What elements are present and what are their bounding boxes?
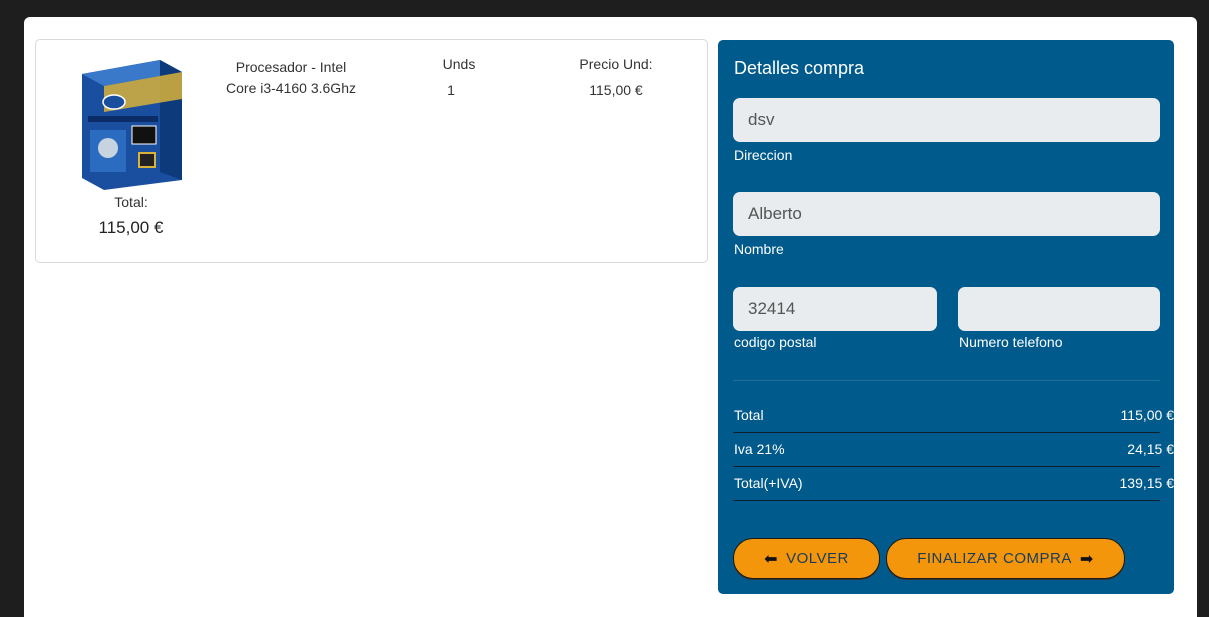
postal-code-input[interactable]	[733, 287, 937, 331]
panel-title: Detalles compra	[734, 58, 865, 78]
name-label: Nombre	[734, 241, 784, 257]
summary-label: Iva 21%	[734, 441, 785, 457]
back-button[interactable]: ⬅ VOLVER	[733, 538, 880, 579]
cart-item-card: Total: 115,00 € Procesador - Intel Core …	[35, 39, 708, 263]
summary-row-total-iva: Total(+IVA) 139,15 €	[733, 466, 1174, 501]
finish-purchase-button[interactable]: FINALIZAR COMPRA ➡	[886, 538, 1125, 579]
divider	[733, 380, 1160, 381]
summary-value: 139,15 €	[1119, 475, 1175, 491]
units-header: Unds	[442, 56, 476, 72]
summary-label: Total	[734, 407, 764, 423]
address-label: Direccion	[734, 147, 793, 163]
purchase-details-panel: Detalles compra Direccion Nombre codigo …	[718, 40, 1174, 594]
summary-label: Total(+IVA)	[734, 475, 803, 491]
phone-input[interactable]	[958, 287, 1160, 331]
back-button-label: VOLVER	[786, 550, 849, 567]
arrow-right-icon: ➡	[1079, 550, 1094, 568]
finish-button-label: FINALIZAR COMPRA	[917, 550, 1072, 567]
intel-core-i3-box-icon	[74, 54, 186, 194]
units-value: 1	[447, 82, 455, 98]
product-name: Procesador - Intel Core i3-4160 3.6Ghz	[226, 59, 356, 96]
unit-price-header: Precio Und:	[579, 56, 653, 72]
postal-code-label: codigo postal	[734, 334, 817, 350]
summary-row-iva: Iva 21% 24,15 €	[733, 432, 1174, 467]
phone-label: Numero telefono	[959, 334, 1063, 350]
page-container: Total: 115,00 € Procesador - Intel Core …	[24, 17, 1197, 617]
summary-row-total: Total 115,00 €	[733, 398, 1174, 433]
unit-price-value: 115,00 €	[589, 82, 643, 98]
name-input[interactable]	[733, 192, 1160, 236]
arrow-left-icon: ⬅	[764, 550, 779, 568]
summary-value: 115,00 €	[1120, 407, 1174, 423]
item-total-label: Total:	[114, 194, 148, 210]
item-total-value: 115,00 €	[98, 218, 164, 237]
summary-value: 24,15 €	[1127, 441, 1174, 457]
address-input[interactable]	[733, 98, 1160, 142]
